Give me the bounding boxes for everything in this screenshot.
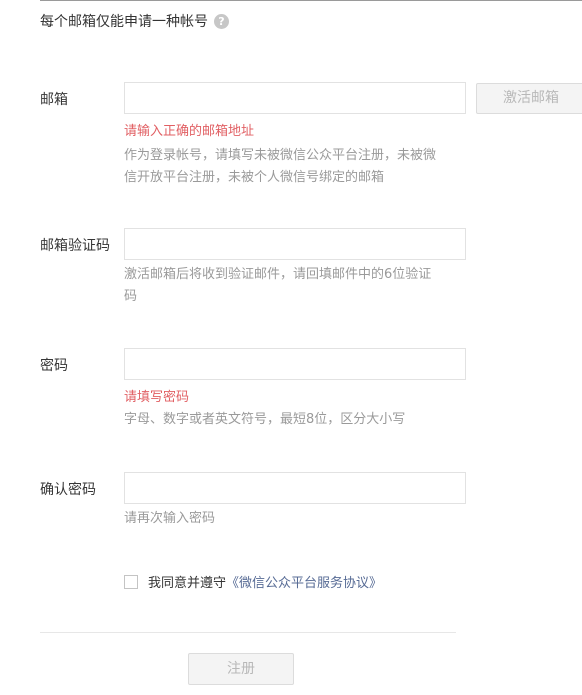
verify-code-tip: 激活邮箱后将收到验证邮件，请回填邮件中的6位验证码 <box>124 267 432 304</box>
confirm-password-field[interactable] <box>125 473 465 503</box>
verify-code-field[interactable] <box>125 229 465 259</box>
confirm-password-label: 确认密码 <box>40 482 96 498</box>
agreement-text: 我同意并遵守 <box>148 576 227 591</box>
activate-email-button[interactable]: 激活邮箱 <box>476 83 582 114</box>
help-icon[interactable]: ? <box>214 13 229 29</box>
bottom-divider <box>40 632 456 633</box>
verify-code-label: 邮箱验证码 <box>40 238 110 254</box>
register-button[interactable]: 注册 <box>188 653 294 685</box>
agreement-link[interactable]: 《微信公众平台服务协议》 <box>226 572 382 591</box>
password-field-wrapper <box>124 348 466 380</box>
password-error: 请填写密码 <box>124 390 190 405</box>
password-tip: 字母、数字或者英文符号，最短8位，区分大小写 <box>124 412 406 427</box>
email-field-wrapper <box>124 82 466 114</box>
page-header: 每个邮箱仅能申请一种帐号 ? <box>40 11 229 31</box>
email-label: 邮箱 <box>40 92 68 108</box>
top-divider <box>40 0 582 1</box>
header-title: 每个邮箱仅能申请一种帐号 <box>40 14 208 30</box>
confirm-password-tip: 请再次输入密码 <box>124 511 216 526</box>
password-label: 密码 <box>40 358 68 374</box>
agreement-checkbox[interactable] <box>124 574 138 589</box>
confirm-password-field-wrapper <box>124 472 466 504</box>
email-error: 请输入正确的邮箱地址 <box>124 124 255 139</box>
password-field[interactable] <box>125 349 465 379</box>
email-tip: 作为登录帐号，请填写未被微信公众平台注册，未被微信开放平台注册，未被个人微信号绑… <box>124 148 437 185</box>
email-field[interactable] <box>125 83 465 113</box>
verify-code-field-wrapper <box>124 228 466 260</box>
agreement-row: 我同意并遵守 《微信公众平台服务协议》 <box>124 572 382 591</box>
